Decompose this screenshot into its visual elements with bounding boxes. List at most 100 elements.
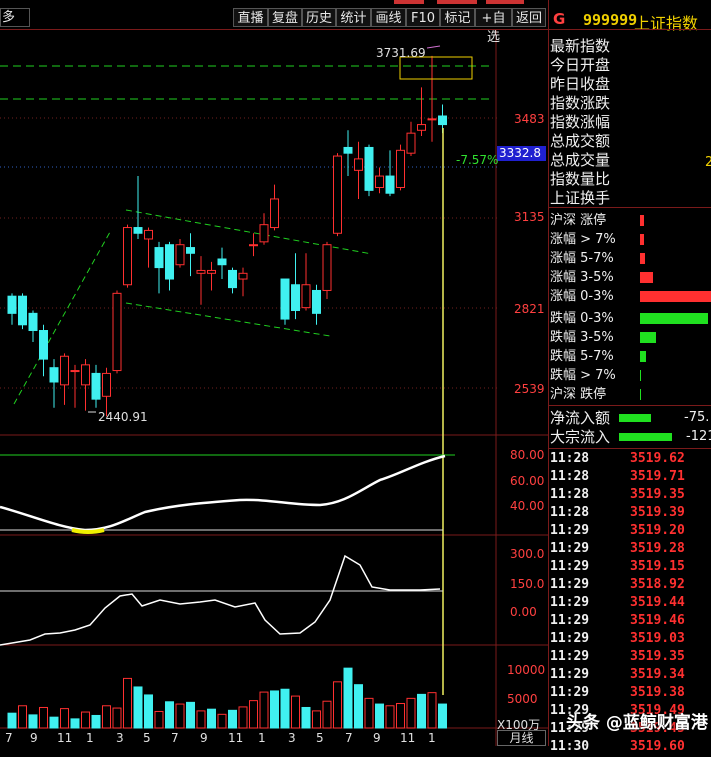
tick-price: 3519.20 [630, 523, 685, 538]
osc2-axis-label: 150.0 [510, 577, 545, 591]
x-axis-label: 5 [143, 731, 151, 745]
breadth-bar [640, 215, 644, 226]
volume-bar [259, 691, 269, 729]
breadth-label: 跌幅 5-7% [550, 349, 614, 364]
toolbar-button-4[interactable]: 画线 [371, 8, 406, 27]
candle-body [249, 244, 258, 247]
volume-bar [427, 692, 437, 729]
candle-body [196, 269, 206, 274]
toolbar-button-5[interactable]: F10 [406, 8, 440, 27]
candle-body [60, 355, 69, 386]
tick-time: 11:30 [550, 739, 590, 754]
volume-bar [154, 710, 164, 729]
flow-bar [619, 414, 651, 422]
toolbar-button-8[interactable]: 返回 [512, 8, 546, 27]
volume-bar [175, 703, 185, 729]
volume-bar [438, 703, 447, 729]
x-axis-label: 3 [288, 731, 296, 745]
candle-body [18, 295, 27, 326]
flow-value: -75. [684, 410, 710, 425]
high-annotation: 3731.69 [376, 46, 426, 60]
candle-body [133, 227, 143, 234]
stock-flag: G [553, 10, 566, 28]
candle-body [312, 289, 321, 314]
tick-time: 11:29 [550, 667, 590, 682]
tick-price: 3519.46 [630, 613, 685, 628]
volume-bar [238, 706, 248, 729]
candle-body [39, 330, 48, 360]
volume-bar [49, 716, 59, 729]
tick-time: 11:29 [550, 595, 590, 610]
volume-bar [207, 708, 216, 729]
candle-body [375, 175, 384, 189]
tick-time: 11:29 [550, 649, 590, 664]
price-axis-label: 2821 [514, 302, 545, 316]
volume-bar [417, 693, 426, 729]
breadth-bar [640, 351, 646, 362]
breadth-label: 跌幅 > 7% [550, 368, 616, 383]
toolbar-button-1[interactable]: 复盘 [268, 8, 302, 27]
volume-bar [70, 718, 80, 729]
x-axis-label: 7 [345, 731, 353, 745]
panel-divider [548, 0, 549, 746]
price-axis-label: 3483 [514, 112, 545, 126]
toolbar-button-6[interactable]: 标记 [440, 8, 475, 27]
tick-time: 11:28 [550, 469, 590, 484]
top-left-label[interactable]: 多 [0, 8, 30, 27]
candle-body [291, 284, 300, 311]
toolbar-button-7[interactable]: +自选 [475, 8, 512, 45]
volume-bar [186, 701, 195, 729]
info-label: 今日开盘 [550, 56, 611, 74]
tick-time: 11:28 [550, 451, 590, 466]
x-axis-label: 11 [228, 731, 244, 745]
volume-bar [28, 714, 38, 729]
tick-row: 11:29 3519.44 [550, 595, 711, 613]
candle-body [385, 175, 395, 194]
breadth-bar [640, 313, 708, 324]
volume-bar [39, 706, 48, 729]
candle-body [417, 124, 426, 131]
info-label: 总成交量 [550, 151, 611, 169]
panel-divider [548, 405, 711, 406]
candle-body [144, 229, 153, 240]
tick-time: 11:28 [550, 505, 590, 520]
breadth-bar [640, 272, 653, 283]
info-label: 昨日收盘 [550, 75, 611, 93]
toolbar-button-0[interactable]: 直播 [233, 8, 268, 27]
info-label: 上证换手 [550, 189, 611, 207]
candle-body [49, 367, 59, 383]
breadth-label: 沪深 跌停 [550, 387, 607, 402]
tick-price: 3519.35 [630, 487, 685, 502]
tick-row: 11:28 3519.62 [550, 451, 711, 469]
breadth-label: 沪深 涨停 [550, 213, 607, 228]
volume-bar [249, 700, 258, 729]
osc2-line [0, 554, 441, 646]
tick-price: 3519.39 [630, 505, 685, 520]
candle-body [280, 278, 290, 320]
x-axis-label: 3 [116, 731, 124, 745]
period-monthly-button[interactable]: 月线 [497, 730, 546, 746]
x-axis-label: 5 [316, 731, 324, 745]
x-axis-label: 9 [200, 731, 208, 745]
candle-body [112, 292, 122, 372]
volume-bar [7, 712, 17, 729]
tick-row: 11:28 3519.71 [550, 469, 711, 487]
candle-body [217, 258, 227, 266]
tick-row: 11:30 3519.60 [550, 739, 711, 757]
breadth-bar [640, 389, 641, 400]
tick-price: 3519.34 [630, 667, 685, 682]
volume-bar [60, 708, 69, 729]
tick-time: 11:29 [550, 631, 590, 646]
x-axis-label: 1 [258, 731, 266, 745]
toolbar-button-2[interactable]: 历史 [302, 8, 336, 27]
tick-time: 11:28 [550, 487, 590, 502]
volume-bar [312, 710, 321, 729]
volume-bar [102, 705, 111, 729]
tick-price: 3519.62 [630, 451, 685, 466]
highlight-box [399, 56, 473, 80]
x-axis-label: 1 [86, 731, 94, 745]
flow-bar [619, 433, 672, 441]
volume-bar [144, 694, 153, 729]
kline-chart[interactable] [0, 0, 548, 746]
toolbar-button-3[interactable]: 统计 [336, 8, 371, 27]
